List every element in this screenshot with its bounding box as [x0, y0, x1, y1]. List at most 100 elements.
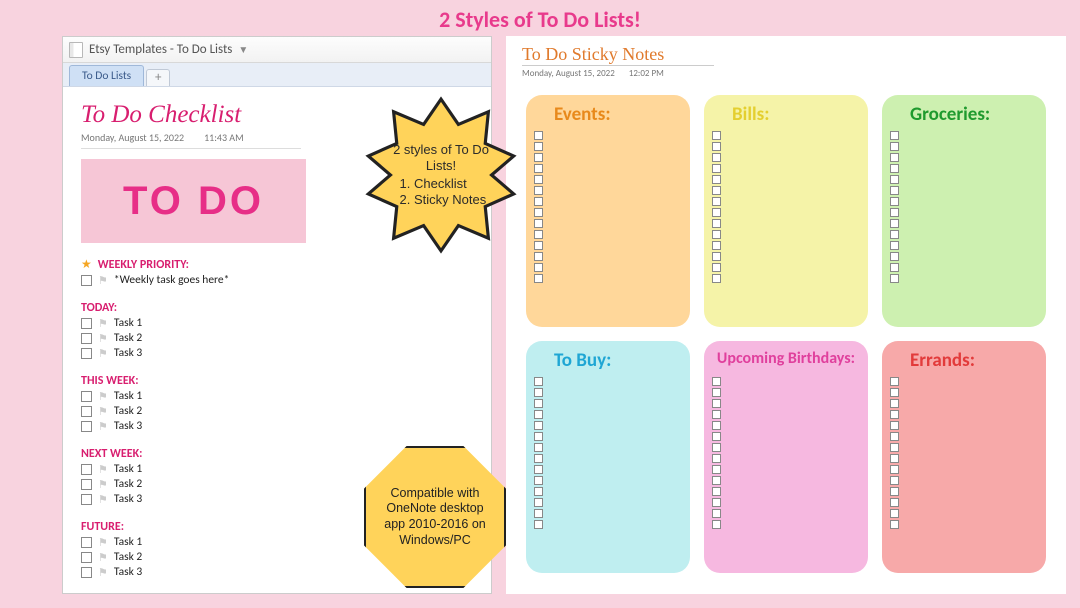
checkbox-icon[interactable] — [534, 410, 543, 419]
checkbox-icon[interactable] — [890, 454, 899, 463]
task-text[interactable]: Task 2 — [114, 550, 142, 564]
task-text[interactable]: Task 3 — [114, 492, 142, 506]
checkbox-icon[interactable] — [712, 432, 721, 441]
checkbox-icon[interactable] — [81, 333, 92, 344]
task-text[interactable]: Task 3 — [114, 565, 142, 579]
notebook-title[interactable]: Etsy Templates - To Do Lists — [89, 42, 232, 57]
checkbox-icon[interactable] — [890, 131, 899, 140]
checkbox-icon[interactable] — [534, 241, 543, 250]
sticky-bills[interactable]: Bills: — [704, 95, 868, 327]
checkbox-icon[interactable] — [534, 509, 543, 518]
checkbox-icon[interactable] — [534, 274, 543, 283]
checkbox-icon[interactable] — [534, 443, 543, 452]
task-text[interactable]: Task 2 — [114, 404, 142, 418]
checkbox-icon[interactable] — [890, 421, 899, 430]
checkbox-icon[interactable] — [534, 252, 543, 261]
checkbox-icon[interactable] — [534, 208, 543, 217]
task-text[interactable]: *Weekly task goes here* — [114, 273, 230, 287]
checkbox-icon[interactable] — [712, 208, 721, 217]
tab-todo-lists[interactable]: To Do Lists — [69, 65, 144, 86]
checkbox-icon[interactable] — [890, 197, 899, 206]
checkbox-icon[interactable] — [890, 164, 899, 173]
checkbox-icon[interactable] — [712, 164, 721, 173]
checkbox-icon[interactable] — [712, 252, 721, 261]
checkbox-icon[interactable] — [712, 476, 721, 485]
checkbox-icon[interactable] — [712, 197, 721, 206]
checkbox-icon[interactable] — [534, 454, 543, 463]
checkbox-icon[interactable] — [534, 432, 543, 441]
checkbox-icon[interactable] — [81, 421, 92, 432]
flag-icon[interactable]: ⚑ — [98, 551, 108, 564]
flag-icon[interactable]: ⚑ — [98, 463, 108, 476]
checkbox-icon[interactable] — [534, 421, 543, 430]
checkbox-icon[interactable] — [534, 465, 543, 474]
flag-icon[interactable]: ⚑ — [98, 390, 108, 403]
checkbox-icon[interactable] — [712, 219, 721, 228]
checkbox-icon[interactable] — [712, 131, 721, 140]
checkbox-icon[interactable] — [712, 274, 721, 283]
sticky-groceries[interactable]: Groceries: — [882, 95, 1046, 327]
flag-icon[interactable]: ⚑ — [98, 566, 108, 579]
checkbox-icon[interactable] — [81, 406, 92, 417]
checkbox-icon[interactable] — [890, 465, 899, 474]
checkbox-icon[interactable] — [890, 487, 899, 496]
flag-icon[interactable]: ⚑ — [98, 332, 108, 345]
checkbox-icon[interactable] — [712, 399, 721, 408]
checkbox-icon[interactable] — [534, 263, 543, 272]
checkbox-icon[interactable] — [712, 263, 721, 272]
flag-icon[interactable]: ⚑ — [98, 536, 108, 549]
checkbox-icon[interactable] — [712, 520, 721, 529]
checkbox-icon[interactable] — [890, 520, 899, 529]
checkbox-icon[interactable] — [712, 230, 721, 239]
checkbox-icon[interactable] — [712, 454, 721, 463]
checkbox-icon[interactable] — [712, 142, 721, 151]
flag-icon[interactable]: ⚑ — [98, 478, 108, 491]
checkbox-icon[interactable] — [712, 175, 721, 184]
checkbox-icon[interactable] — [81, 494, 92, 505]
checkbox-icon[interactable] — [81, 479, 92, 490]
chevron-down-icon[interactable]: ▼ — [238, 43, 248, 56]
checkbox-icon[interactable] — [534, 142, 543, 151]
sticky-errands[interactable]: Errands: — [882, 341, 1046, 573]
checkbox-icon[interactable] — [534, 230, 543, 239]
flag-icon[interactable]: ⚑ — [98, 347, 108, 360]
checkbox-icon[interactable] — [712, 410, 721, 419]
checkbox-icon[interactable] — [890, 208, 899, 217]
checkbox-icon[interactable] — [81, 537, 92, 548]
checkbox-icon[interactable] — [534, 131, 543, 140]
checkbox-icon[interactable] — [712, 421, 721, 430]
checkbox-icon[interactable] — [890, 476, 899, 485]
flag-icon[interactable]: ⚑ — [98, 420, 108, 433]
checkbox-icon[interactable] — [712, 487, 721, 496]
checkbox-icon[interactable] — [890, 377, 899, 386]
checkbox-icon[interactable] — [81, 275, 92, 286]
checkbox-icon[interactable] — [534, 197, 543, 206]
flag-icon[interactable]: ⚑ — [98, 274, 108, 287]
checkbox-icon[interactable] — [534, 498, 543, 507]
checkbox-icon[interactable] — [534, 175, 543, 184]
task-text[interactable]: Task 1 — [114, 535, 142, 549]
checkbox-icon[interactable] — [534, 153, 543, 162]
checkbox-icon[interactable] — [534, 487, 543, 496]
checkbox-icon[interactable] — [534, 388, 543, 397]
checkbox-icon[interactable] — [534, 164, 543, 173]
checkbox-icon[interactable] — [890, 175, 899, 184]
checkbox-icon[interactable] — [534, 219, 543, 228]
checkbox-icon[interactable] — [890, 252, 899, 261]
sticky-events[interactable]: Events: — [526, 95, 690, 327]
checkbox-icon[interactable] — [81, 552, 92, 563]
checkbox-icon[interactable] — [890, 142, 899, 151]
checkbox-icon[interactable] — [890, 263, 899, 272]
checkbox-icon[interactable] — [890, 241, 899, 250]
task-text[interactable]: Task 1 — [114, 389, 142, 403]
checkbox-icon[interactable] — [81, 391, 92, 402]
add-tab-button[interactable]: + — [146, 69, 170, 86]
task-text[interactable]: Task 1 — [114, 316, 142, 330]
checkbox-icon[interactable] — [712, 509, 721, 518]
checkbox-icon[interactable] — [712, 443, 721, 452]
checkbox-icon[interactable] — [890, 443, 899, 452]
checkbox-icon[interactable] — [890, 399, 899, 408]
sticky-to-buy[interactable]: To Buy: — [526, 341, 690, 573]
checkbox-icon[interactable] — [890, 432, 899, 441]
checkbox-icon[interactable] — [81, 464, 92, 475]
